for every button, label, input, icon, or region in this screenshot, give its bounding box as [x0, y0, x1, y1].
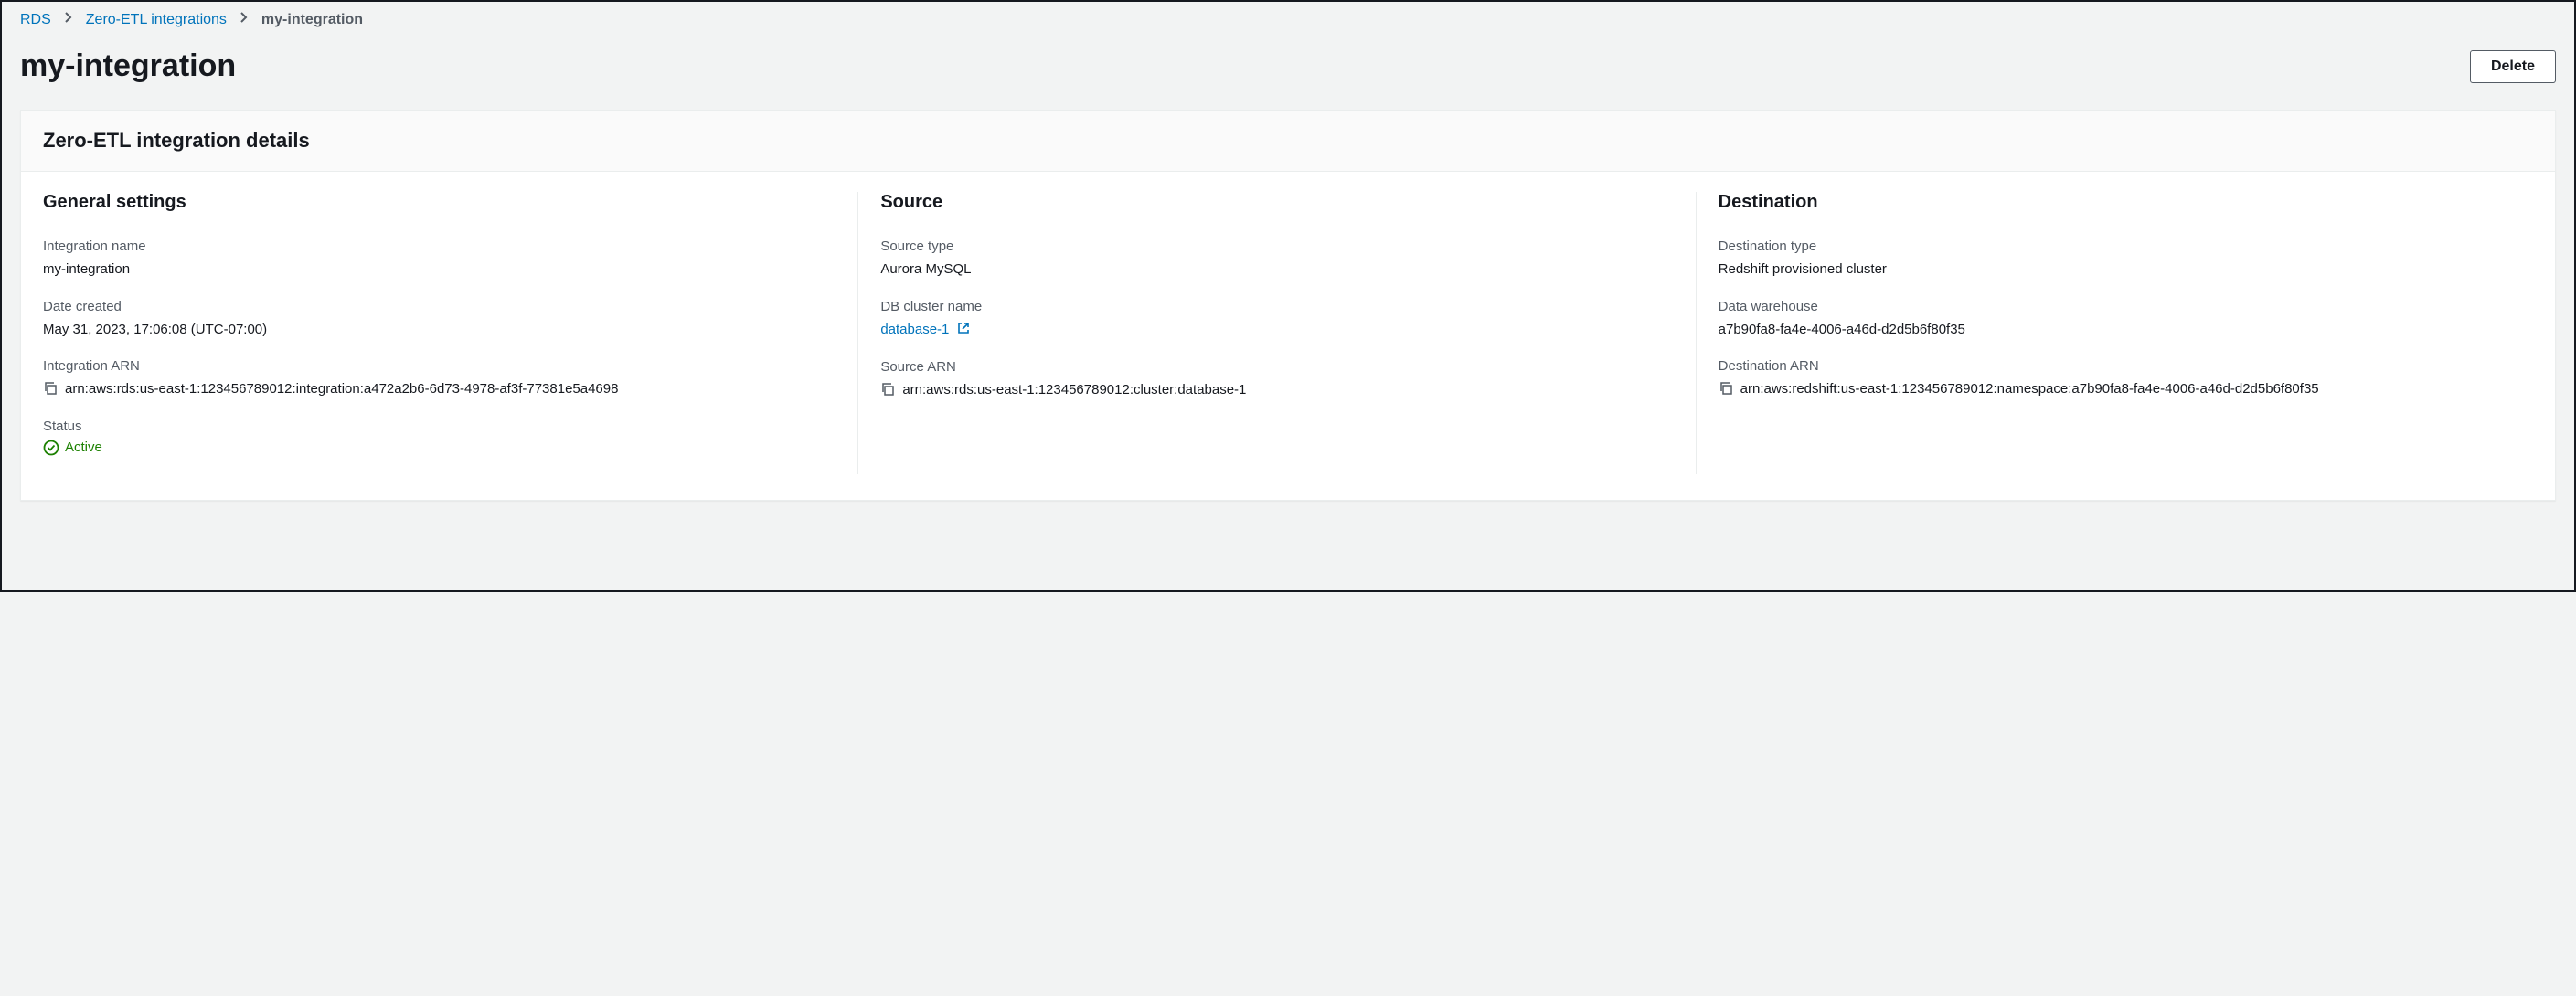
- integration-name-label: Integration name: [43, 238, 836, 254]
- status-success-icon: [43, 440, 59, 456]
- integration-arn-label: Integration ARN: [43, 358, 836, 374]
- details-card: Zero-ETL integration details General set…: [20, 110, 2556, 501]
- db-cluster-link[interactable]: database-1: [880, 322, 969, 337]
- source-type-label: Source type: [880, 238, 1673, 254]
- source-arn-value: arn:aws:rds:us-east-1:123456789012:clust…: [902, 380, 1246, 401]
- destination-arn-value: arn:aws:redshift:us-east-1:123456789012:…: [1740, 379, 2319, 400]
- destination-section-title: Destination: [1719, 192, 2511, 213]
- breadcrumb-integrations[interactable]: Zero-ETL integrations: [86, 12, 227, 28]
- status-label: Status: [43, 419, 836, 434]
- integration-name-value: my-integration: [43, 260, 836, 281]
- chevron-right-icon: [240, 11, 249, 28]
- breadcrumb-current: my-integration: [261, 12, 363, 28]
- copy-icon[interactable]: [1719, 381, 1733, 396]
- date-created-label: Date created: [43, 299, 836, 314]
- status-value: Active: [65, 440, 102, 455]
- source-arn-label: Source ARN: [880, 359, 1673, 375]
- delete-button[interactable]: Delete: [2470, 50, 2556, 83]
- copy-icon[interactable]: [880, 382, 895, 397]
- date-created-value: May 31, 2023, 17:06:08 (UTC-07:00): [43, 320, 836, 341]
- general-section-title: General settings: [43, 192, 836, 213]
- integration-arn-value: arn:aws:rds:us-east-1:123456789012:integ…: [65, 379, 618, 400]
- destination-type-value: Redshift provisioned cluster: [1719, 260, 2511, 281]
- card-title: Zero-ETL integration details: [43, 129, 2533, 153]
- chevron-right-icon: [64, 11, 73, 28]
- data-warehouse-value: a7b90fa8-fa4e-4006-a46d-d2d5b6f80f35: [1719, 320, 2511, 341]
- destination-arn-label: Destination ARN: [1719, 358, 2511, 374]
- breadcrumb-root[interactable]: RDS: [20, 12, 51, 28]
- db-cluster-value: database-1: [880, 322, 949, 337]
- external-link-icon: [957, 323, 970, 338]
- destination-type-label: Destination type: [1719, 238, 2511, 254]
- destination-column: Destination Destination type Redshift pr…: [1696, 192, 2533, 474]
- page-title: my-integration: [20, 48, 236, 84]
- source-section-title: Source: [880, 192, 1673, 213]
- source-column: Source Source type Aurora MySQL DB clust…: [857, 192, 1695, 474]
- copy-icon[interactable]: [43, 381, 58, 396]
- source-type-value: Aurora MySQL: [880, 260, 1673, 281]
- db-cluster-label: DB cluster name: [880, 299, 1673, 314]
- breadcrumb: RDS Zero-ETL integrations my-integration: [4, 4, 2572, 34]
- data-warehouse-label: Data warehouse: [1719, 299, 2511, 314]
- general-column: General settings Integration name my-int…: [43, 192, 857, 474]
